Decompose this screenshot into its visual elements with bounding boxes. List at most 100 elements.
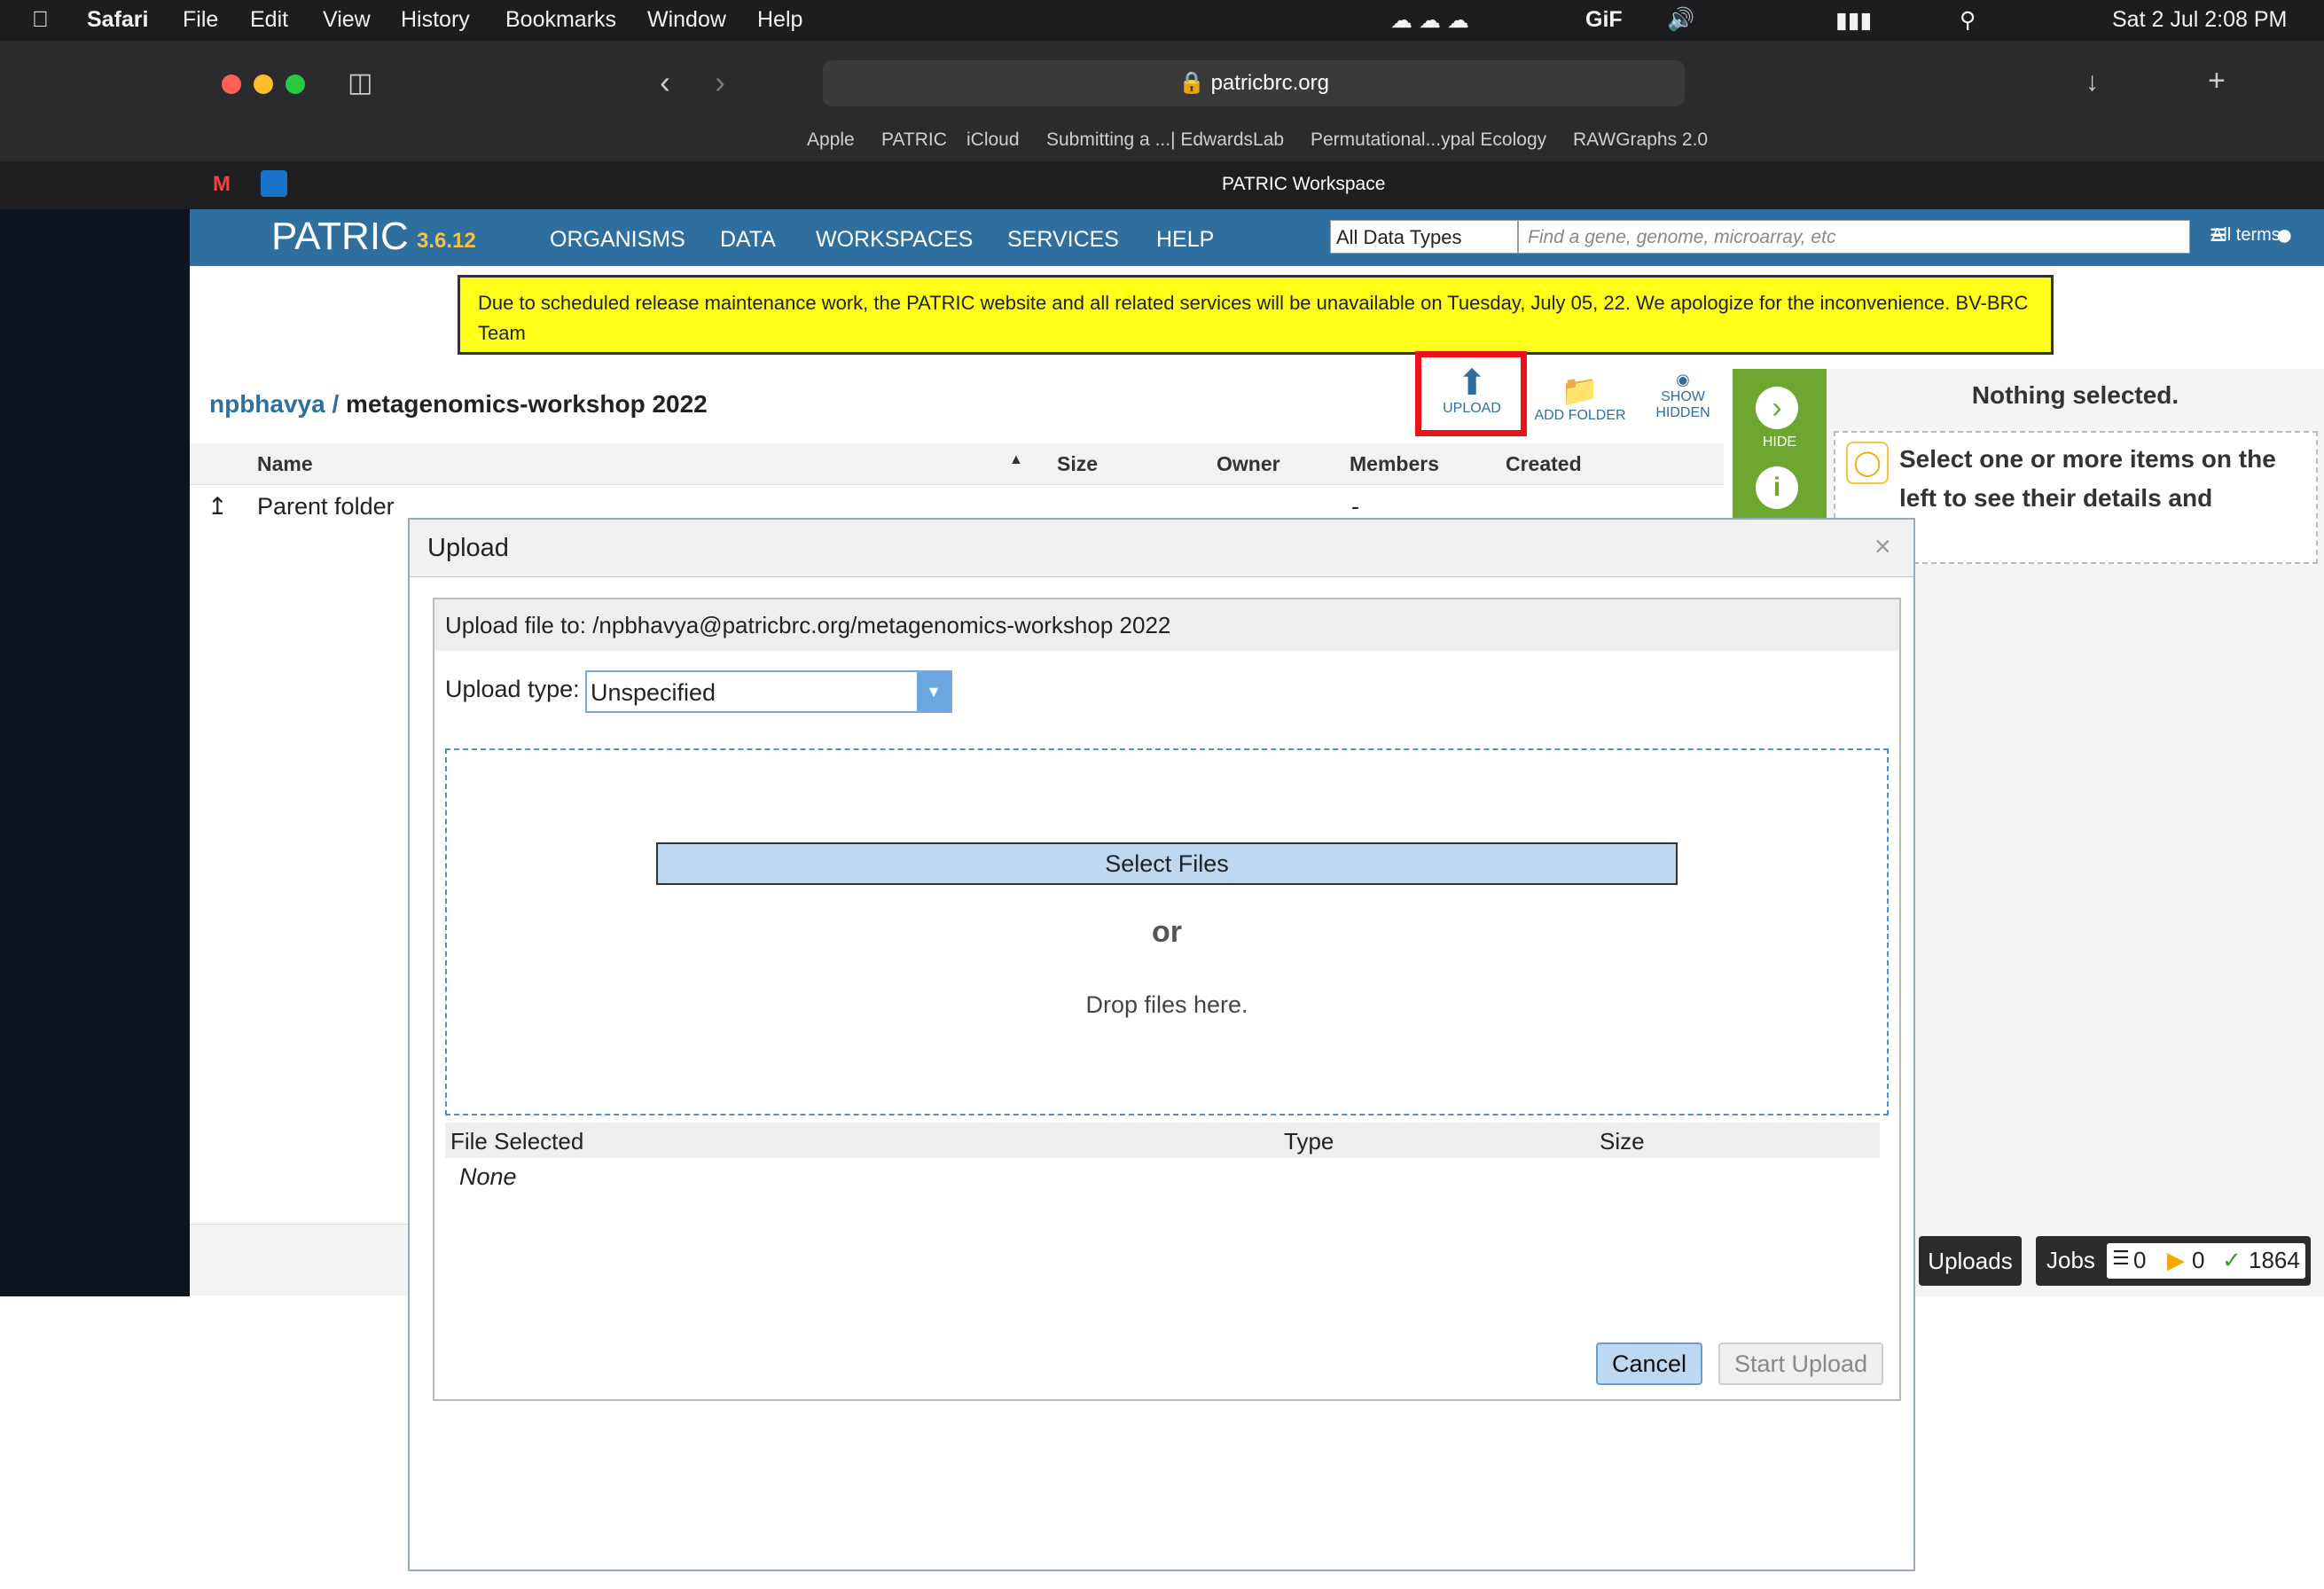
show-hidden-button[interactable]: ◉ SHOW HIDDEN — [1644, 371, 1722, 421]
menubar-clock[interactable]: Sat 2 Jul 2:08 PM — [2112, 7, 2287, 33]
col-owner[interactable]: Owner — [1217, 452, 1280, 476]
up-arrow-icon: ↥ — [207, 493, 228, 520]
hide-panel-icon[interactable]: › — [1756, 387, 1798, 429]
workspace-footer — [190, 1224, 408, 1295]
parent-folder-members: - — [1351, 493, 1359, 520]
favorite-apple[interactable]: Apple — [807, 129, 855, 151]
favorite-permutational[interactable]: Permutational...ypal Ecology — [1311, 129, 1546, 151]
menu-window[interactable]: Window — [647, 7, 726, 33]
favorite-patric[interactable]: PATRIC — [881, 129, 947, 151]
col-size[interactable]: Size — [1057, 452, 1098, 476]
minimize-window-button[interactable] — [254, 74, 273, 94]
col-members[interactable]: Members — [1350, 452, 1439, 476]
nav-data[interactable]: DATA — [720, 227, 776, 253]
patric-logo[interactable]: PATRIC — [271, 215, 409, 259]
outlook-icon[interactable] — [261, 170, 287, 197]
menu-bookmarks[interactable]: Bookmarks — [505, 7, 616, 33]
selected-files-empty: None — [459, 1163, 517, 1190]
folder-plus-icon: 📁 — [1561, 374, 1600, 408]
chevron-down-icon[interactable]: ▼ — [917, 672, 951, 711]
favorite-edwardslab[interactable]: Submitting a ...| EdwardsLab — [1046, 129, 1284, 151]
add-folder-button[interactable]: 📁 ADD FOLDER — [1527, 374, 1633, 424]
dialog-titlebar: Upload × — [410, 520, 1913, 577]
forward-icon[interactable]: › — [715, 64, 725, 101]
add-folder-label: ADD FOLDER — [1534, 408, 1626, 423]
nav-workspaces[interactable]: WORKSPACES — [816, 227, 973, 253]
start-upload-button[interactable]: Start Upload — [1718, 1342, 1883, 1385]
upload-icon: ⬆ — [1457, 364, 1487, 403]
menu-hamburger-icon[interactable]: ≡ — [2210, 218, 2227, 253]
nav-organisms[interactable]: ORGANISMS — [550, 227, 685, 253]
gmail-icon[interactable]: M — [213, 172, 231, 197]
info-icon[interactable]: i — [1756, 466, 1798, 509]
col-name[interactable]: Name — [257, 452, 313, 476]
menu-view[interactable]: View — [323, 7, 371, 33]
menu-app-name[interactable]: Safari — [87, 7, 148, 33]
breadcrumb-separator: / — [332, 390, 340, 418]
upload-label: UPLOAD — [1443, 401, 1501, 416]
favorite-icloud[interactable]: iCloud — [966, 129, 1020, 151]
completed-icon: ✓ — [2222, 1247, 2242, 1273]
cancel-button[interactable]: Cancel — [1596, 1342, 1702, 1385]
upload-destination: Upload file to: /npbhavya@patricbrc.org/… — [434, 599, 1899, 651]
jobs-completed: 1864 — [2249, 1247, 2300, 1273]
apple-icon[interactable]:  — [32, 7, 49, 33]
status-icons[interactable]: ☁ ☁ ☁ — [1390, 7, 1469, 34]
favorite-rawgraphs[interactable]: RAWGraphs 2.0 — [1573, 129, 1708, 151]
battery-icon[interactable]: ▮▮▮ — [1835, 7, 1872, 34]
jobs-label: Jobs — [2046, 1247, 2095, 1273]
search-type-select[interactable]: All Data Types — [1330, 220, 1518, 254]
parent-folder-label: Parent folder — [257, 493, 395, 520]
selected-files-header: File Selected Type Size — [445, 1123, 1880, 1158]
nav-services[interactable]: SERVICES — [1007, 227, 1119, 253]
uploads-button[interactable]: Uploads — [1919, 1236, 2022, 1286]
global-search-input[interactable]: Find a gene, genome, microarray, etc — [1518, 220, 2190, 254]
eye-icon: ◉ — [1676, 371, 1690, 388]
jobs-status[interactable]: Jobs ☰ 0 ▶ 0 ✓ 1864 — [2036, 1236, 2311, 1286]
or-separator: or — [1152, 915, 1182, 949]
sidebar-toggle-icon[interactable]: ◫ — [348, 67, 372, 98]
menu-edit[interactable]: Edit — [250, 7, 288, 33]
col-file-selected: File Selected — [450, 1128, 584, 1155]
show-hidden-label-1: SHOW — [1661, 389, 1705, 404]
dialog-title: Upload — [427, 534, 509, 562]
col-file-size: Size — [1600, 1128, 1645, 1155]
new-tab-icon[interactable]: + — [2208, 64, 2226, 98]
close-icon[interactable]: × — [1874, 530, 1891, 563]
downloads-icon[interactable]: ↓ — [2085, 67, 2099, 98]
background-window — [0, 41, 190, 1296]
file-list-header: Name ▲ Size Owner Members Created — [190, 443, 1724, 485]
col-created[interactable]: Created — [1506, 452, 1582, 476]
user-icon[interactable]: ● — [2275, 218, 2294, 253]
upload-type-select[interactable]: Unspecified ▼ — [585, 670, 952, 713]
breadcrumb: npbhavya / metagenomics-workshop 2022 — [209, 390, 708, 419]
drop-files-hint: Drop files here. — [1085, 991, 1248, 1018]
jobs-counts: ☰ 0 ▶ 0 ✓ 1864 — [2107, 1243, 2305, 1279]
menu-file[interactable]: File — [183, 7, 218, 33]
menu-help[interactable]: Help — [757, 7, 802, 33]
zoom-window-button[interactable] — [286, 74, 305, 94]
address-bar[interactable]: 🔒 patricbrc.org — [823, 60, 1685, 106]
details-title: Nothing selected. — [1971, 381, 2179, 409]
url-text: patricbrc.org — [1210, 71, 1329, 95]
breadcrumb-user[interactable]: npbhavya — [209, 390, 325, 418]
queued-icon: ☰ — [2112, 1247, 2130, 1269]
active-tab-title[interactable]: PATRIC Workspace — [1222, 174, 1385, 195]
maintenance-notice: Due to scheduled release maintenance wor… — [458, 275, 2054, 355]
details-hint-text: Select one or more items on the left to … — [1899, 445, 2276, 512]
menu-history[interactable]: History — [401, 7, 470, 33]
upload-button[interactable]: ⬆ UPLOAD — [1436, 365, 1507, 417]
search-icon[interactable]: ⚲ — [1960, 7, 1976, 34]
select-files-button[interactable]: Select Files — [656, 842, 1678, 885]
volume-icon[interactable]: 🔊 — [1667, 7, 1694, 33]
breadcrumb-folder: metagenomics-workshop 2022 — [346, 390, 708, 418]
nav-help[interactable]: HELP — [1156, 227, 1214, 253]
close-window-button[interactable] — [222, 74, 241, 94]
gif-icon[interactable]: GiF — [1585, 7, 1623, 33]
lightbulb-icon: ◯ — [1846, 442, 1889, 484]
favorites-bar: Apple PATRIC iCloud Submitting a ...| Ed… — [190, 121, 2324, 161]
hide-label[interactable]: HIDE — [1733, 434, 1827, 450]
back-icon[interactable]: ‹ — [660, 64, 670, 101]
upload-type-label: Upload type: — [445, 676, 580, 702]
sort-asc-icon[interactable]: ▲ — [1009, 452, 1023, 468]
